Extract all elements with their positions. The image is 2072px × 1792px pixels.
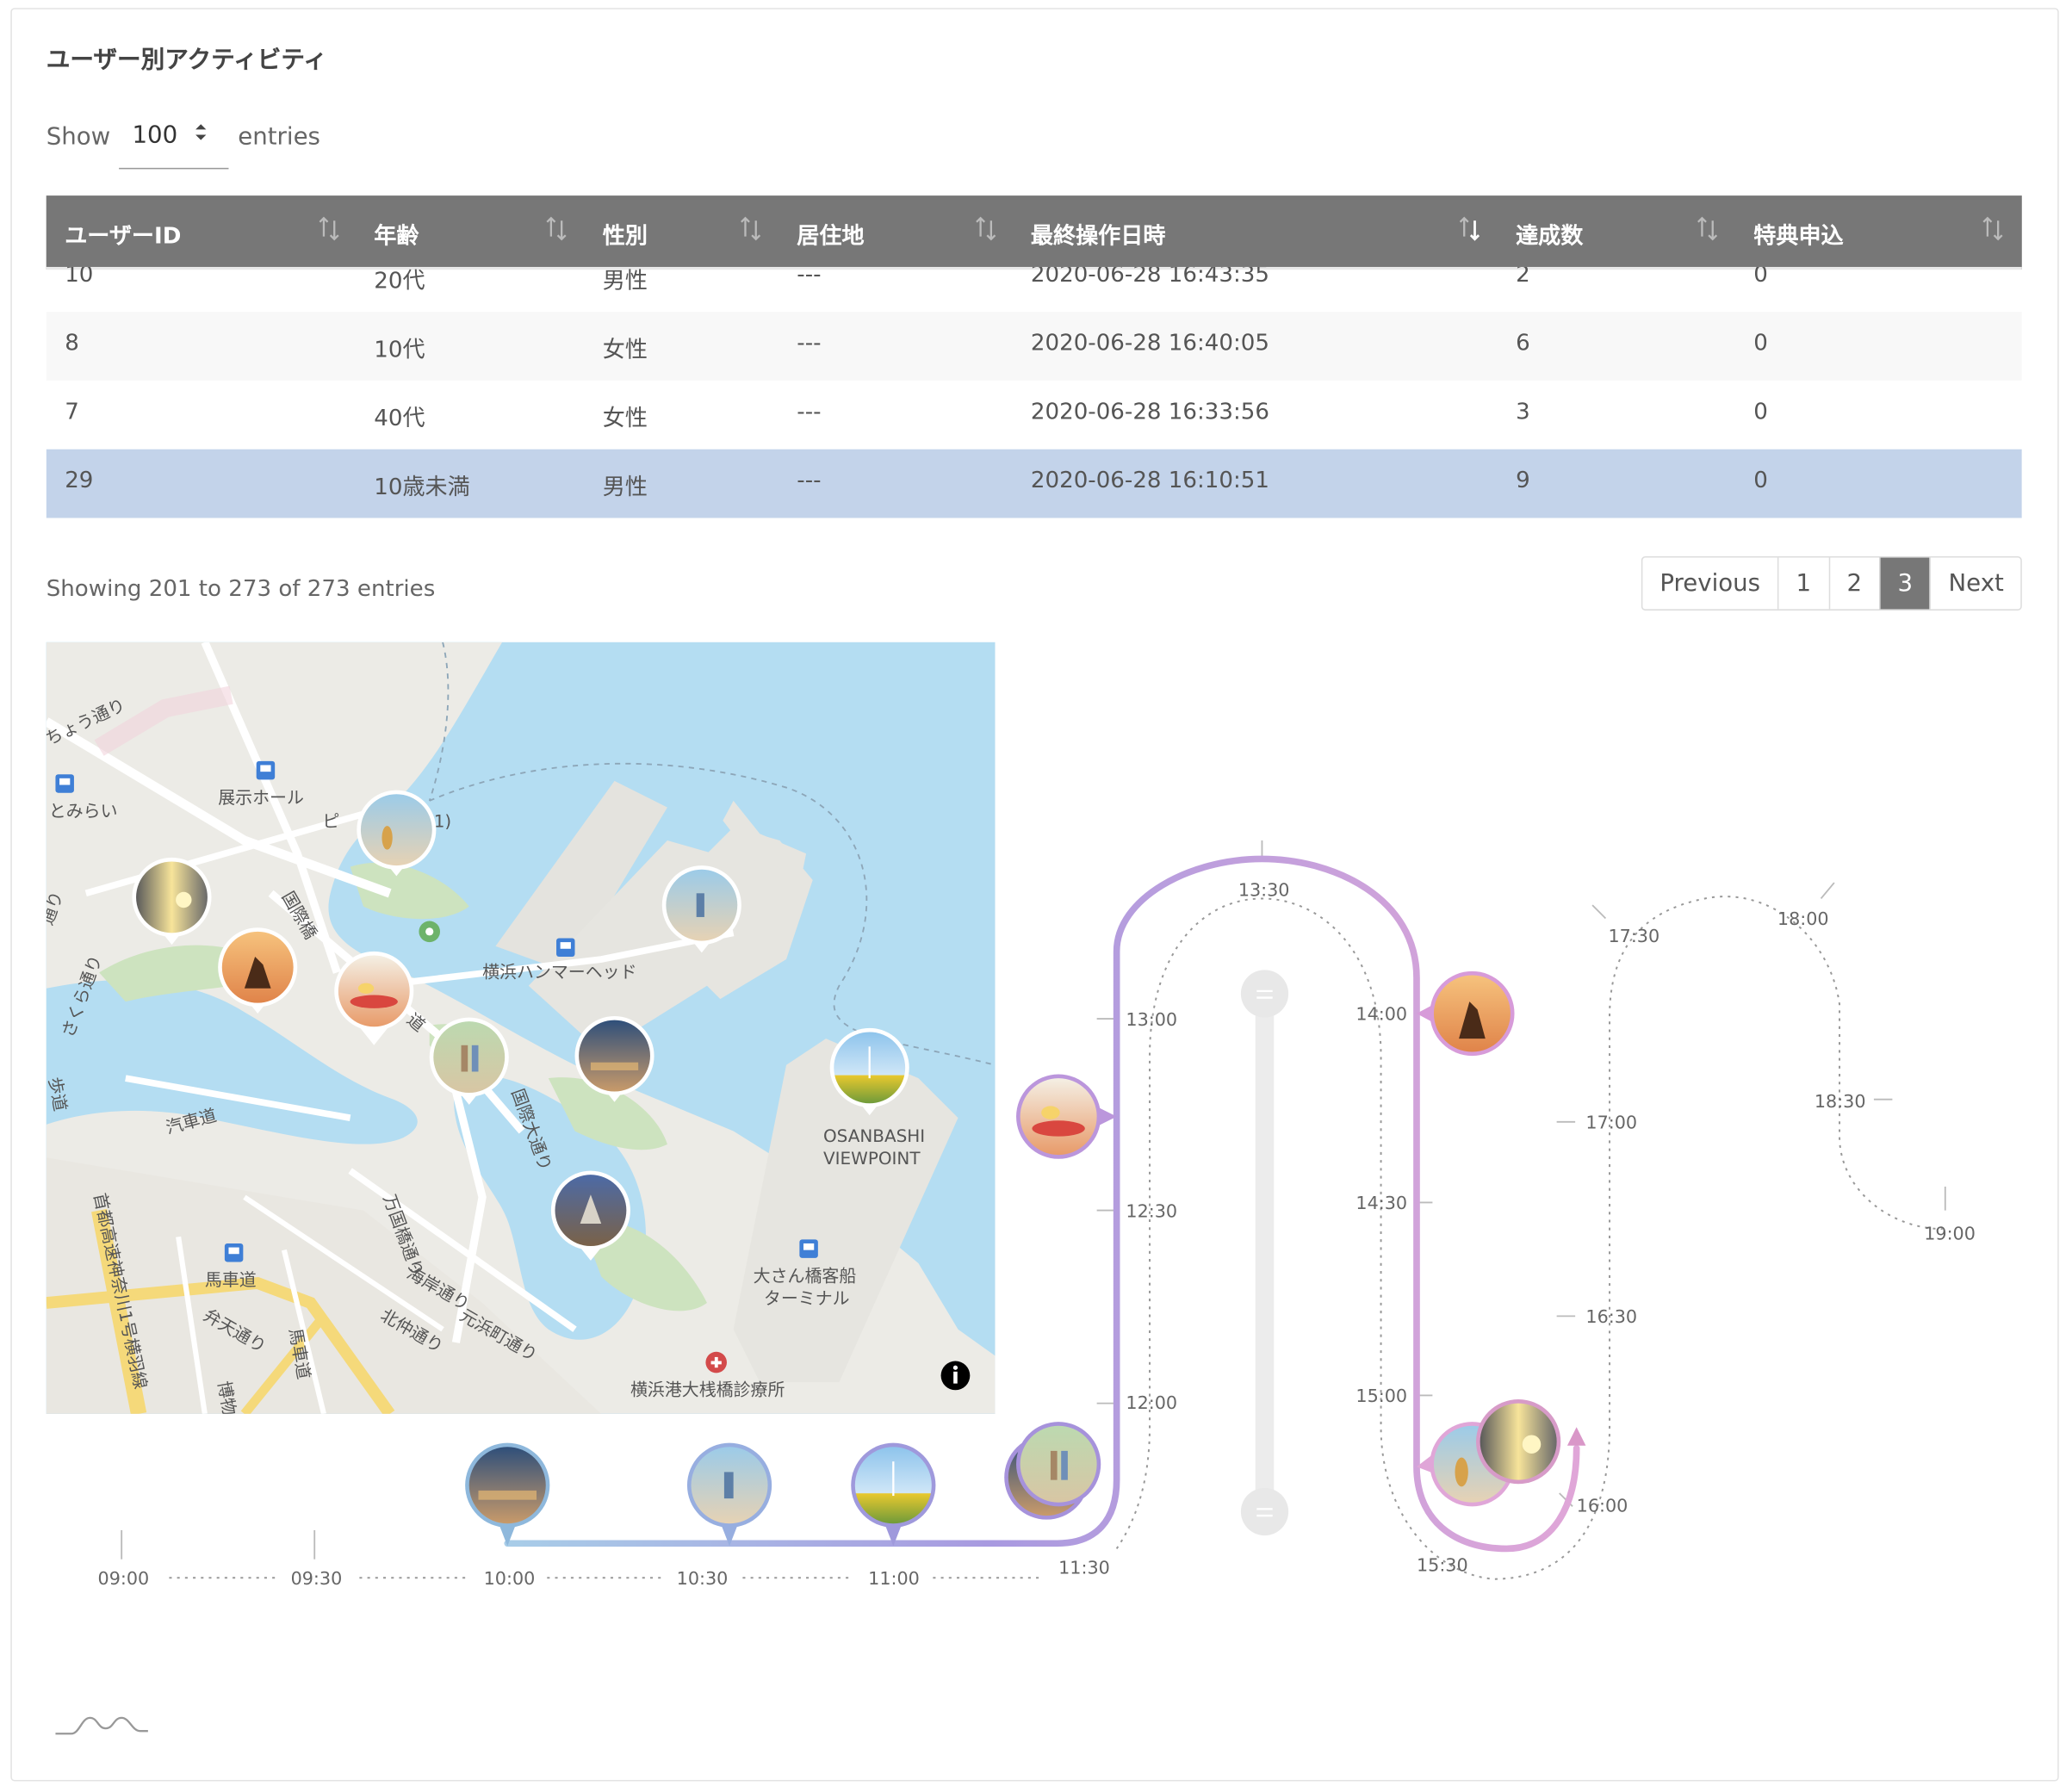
cell-residence: ---: [797, 266, 822, 288]
cell-user-id: 8: [65, 330, 79, 357]
table-header: ユーザーID 年齢 性別 居住地 最終操作日時 達成数 特典申込: [46, 195, 2022, 270]
cell-last-action: 2020-06-28 16:33:56: [1030, 399, 1269, 426]
cell-age: 10代: [374, 337, 425, 363]
cell-gender: 女性: [602, 337, 648, 363]
bus-stop-icon: [55, 774, 74, 793]
cell-last-action: 2020-06-28 16:40:05: [1030, 330, 1269, 357]
sort-icon[interactable]: [314, 214, 344, 244]
select-arrows-icon: [195, 124, 207, 140]
next-page-button[interactable]: Next: [1930, 557, 2021, 610]
bus-stop-icon: [556, 938, 575, 957]
page-2-button[interactable]: 2: [1828, 557, 1879, 610]
column-residence[interactable]: 居住地: [797, 217, 864, 250]
cell-achievements: 2: [1516, 266, 1530, 288]
show-label: Show: [46, 122, 111, 151]
page-1-button[interactable]: 1: [1777, 557, 1828, 610]
previous-page-button[interactable]: Previous: [1642, 558, 1777, 610]
panel-title: ユーザー別アクティビティ: [46, 46, 327, 74]
cell-age: 10歳未満: [374, 474, 470, 501]
map-info-icon[interactable]: [940, 1361, 971, 1391]
entries-select-value: 100: [132, 121, 178, 150]
table-row[interactable]: 7 40代 女性 --- 2020-06-28 16:33:56 3 0: [47, 381, 2022, 450]
cell-gender: 女性: [602, 406, 648, 432]
sort-icon[interactable]: [971, 214, 1001, 244]
park-icon: [419, 921, 440, 943]
entries-label: entries: [238, 122, 320, 151]
sort-icon[interactable]: [736, 214, 766, 244]
mountain-logo-icon: [55, 1716, 148, 1735]
cell-benefit: 0: [1753, 468, 1768, 494]
cell-residence: ---: [797, 399, 822, 426]
map-label: VIEWPOINT: [823, 1148, 921, 1169]
cell-last-action: 2020-06-28 16:43:35: [1030, 266, 1269, 288]
bus-stop-icon: [256, 760, 276, 780]
cell-age: 20代: [374, 268, 425, 295]
map-label: 馬車道: [205, 1269, 257, 1290]
entries-select[interactable]: 100: [119, 106, 229, 170]
map-label: 展示ホール: [218, 787, 304, 808]
cell-benefit: 0: [1753, 330, 1768, 357]
sort-icon[interactable]: [542, 214, 571, 244]
column-age[interactable]: 年齢: [374, 217, 419, 250]
sort-icon[interactable]: [1693, 214, 1722, 244]
page-3-button[interactable]: 3: [1879, 557, 1931, 610]
column-achievements[interactable]: 達成数: [1516, 217, 1583, 250]
table-info: Showing 201 to 273 of 273 entries: [46, 576, 436, 603]
cell-user-id: 10: [65, 266, 94, 288]
table-body: 10 20代 男性 --- 2020-06-28 16:43:35 2 0 8 …: [46, 267, 2022, 518]
pagination: Previous 1 2 3 Next: [1641, 556, 2023, 611]
cell-gender: 男性: [602, 268, 648, 295]
map-label: OSANBASHI: [823, 1125, 925, 1146]
cell-achievements: 6: [1516, 330, 1530, 357]
cell-benefit: 0: [1753, 399, 1768, 426]
cell-achievements: 9: [1516, 468, 1530, 494]
table-row-selected[interactable]: 29 10歳未満 男性 --- 2020-06-28 16:10:51 9 0: [46, 449, 2022, 518]
bus-stop-icon: [799, 1239, 818, 1258]
column-last-action[interactable]: 最終操作日時: [1031, 217, 1166, 250]
cell-last-action: 2020-06-28 16:10:51: [1030, 468, 1269, 494]
cell-residence: ---: [797, 468, 822, 494]
cell-achievements: 3: [1516, 399, 1530, 426]
cell-age: 40代: [374, 406, 425, 432]
cell-residence: ---: [797, 330, 822, 357]
sort-desc-icon[interactable]: [1455, 214, 1484, 244]
table-row[interactable]: 8 10代 女性 --- 2020-06-28 16:40:05 6 0: [46, 312, 2022, 381]
column-gender[interactable]: 性別: [603, 217, 648, 250]
map-label: ターミナル: [764, 1288, 850, 1309]
cell-gender: 男性: [602, 474, 648, 501]
map-label: とみらい: [49, 800, 118, 821]
column-user-id[interactable]: ユーザーID: [65, 217, 181, 250]
table-row[interactable]: 10 20代 男性 --- 2020-06-28 16:43:35 2 0: [47, 267, 2022, 312]
cell-benefit: 0: [1753, 266, 1768, 288]
column-benefit[interactable]: 特典申込: [1753, 217, 1843, 250]
map-label: 大さん橋客船: [754, 1265, 857, 1286]
cell-user-id: 7: [65, 399, 79, 426]
map-canvas[interactable]: ちょう通り とみらい 展示ホール ピ 21) 国際橋 通り さくら通り 横浜ハン…: [46, 642, 996, 1414]
cell-user-id: 29: [65, 468, 94, 494]
map-label: 横浜ハンマーヘッド: [482, 962, 636, 983]
sort-icon[interactable]: [1978, 214, 2007, 244]
map-label: ピ: [322, 811, 339, 832]
map-view[interactable]: ちょう通り とみらい 展示ホール ピ 21) 国際橋 通り さくら通り 横浜ハン…: [46, 642, 996, 1414]
map-label: 横浜港大桟橋診療所: [630, 1379, 785, 1399]
hospital-icon: [705, 1351, 727, 1373]
bus-stop-icon: [224, 1243, 244, 1262]
